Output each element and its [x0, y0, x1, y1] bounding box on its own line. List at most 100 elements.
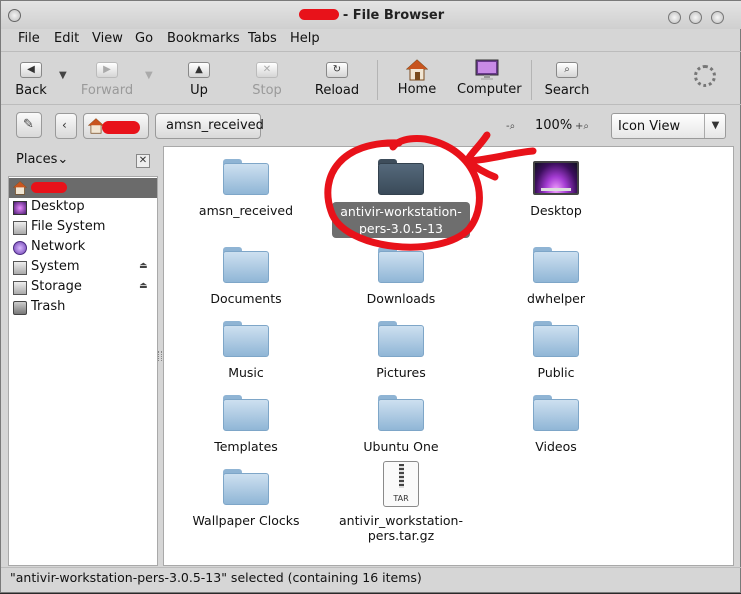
file-name: Public [537, 365, 575, 380]
status-text: "antivir-workstation-pers-3.0.5-13" sele… [10, 570, 422, 585]
minimize-button[interactable] [668, 11, 681, 24]
breadcrumb-scroll-left[interactable]: ‹ [55, 113, 77, 139]
redaction-mark [31, 182, 67, 193]
folder-icon [378, 395, 424, 431]
menu-help[interactable]: Help [290, 31, 320, 46]
file-name-line: antivir-workstation- [336, 203, 466, 220]
file-item-documents[interactable]: Documents [171, 247, 321, 327]
menu-bookmarks[interactable]: Bookmarks [167, 31, 240, 46]
zoom-out-icon[interactable]: -⌕ [506, 121, 515, 132]
drive-icon [13, 261, 27, 275]
toolbar-separator [377, 60, 378, 100]
maximize-button[interactable] [689, 11, 702, 24]
network-icon [13, 241, 27, 255]
view-mode-select[interactable]: Icon View ▼ [611, 113, 726, 139]
file-name: antivir_workstation-pers.tar.gz [326, 513, 476, 543]
file-item-wallpaper-clocks[interactable]: Wallpaper Clocks [171, 469, 321, 549]
places-sidebar: Places⌄ ✕ Desktop File System Network Sy… [8, 146, 158, 566]
file-item-pictures[interactable]: Pictures [326, 321, 476, 401]
chevron-down-icon: ▼ [704, 114, 726, 138]
back-arrow-icon: ◀ [20, 62, 42, 78]
reload-icon: ↻ [326, 62, 348, 78]
menu-bar: File Edit View Go Bookmarks Tabs Help [1, 29, 741, 50]
toggle-location-button[interactable]: ✎ [16, 112, 42, 138]
file-name: amsn_received [198, 203, 294, 218]
icon-view: amsn_received antivir-workstation-pers-3… [163, 146, 734, 566]
forward-arrow-icon: ▶ [96, 62, 118, 78]
menu-edit[interactable]: Edit [54, 31, 79, 46]
sidebar-item-label: Network [31, 239, 86, 254]
sidebar-title[interactable]: Places⌄ [16, 152, 68, 167]
reload-button[interactable]: ↻ Reload [309, 59, 365, 101]
status-bar: "antivir-workstation-pers-3.0.5-13" sele… [1, 567, 741, 593]
menu-file[interactable]: File [18, 31, 40, 46]
file-item-dwhelper[interactable]: dwhelper [481, 247, 631, 327]
file-name: dwhelper [526, 291, 585, 306]
pane-resize-handle[interactable] [158, 351, 162, 361]
places-list: Desktop File System Network System ⏏ Sto… [8, 176, 158, 566]
file-item-downloads[interactable]: Downloads [326, 247, 476, 327]
location-bar: ✎ ‹ amsn_received -⌕ 100% +⌕ Icon View ▼ [1, 104, 741, 144]
sidebar-item-home[interactable] [9, 178, 157, 198]
computer-button[interactable]: Computer [457, 59, 522, 101]
sidebar-item-label: Trash [31, 299, 66, 314]
file-item-antivir-workstation[interactable]: antivir-workstation-pers-3.0.5-13 [326, 159, 476, 239]
reload-label: Reload [314, 83, 360, 98]
breadcrumb-home[interactable] [83, 113, 149, 139]
eject-icon[interactable]: ⏏ [139, 281, 148, 291]
home-icon [13, 181, 27, 195]
file-item-templates[interactable]: Templates [171, 395, 321, 475]
menu-go[interactable]: Go [135, 31, 153, 46]
file-item-videos[interactable]: Videos [481, 395, 631, 475]
search-label: Search [544, 83, 590, 98]
file-item-antivir-archive[interactable]: TAR antivir_workstation-pers.tar.gz [326, 461, 476, 543]
stop-button[interactable]: ✕ Stop [239, 59, 295, 101]
search-button[interactable]: ⌕ Search [539, 59, 595, 101]
zoom-level[interactable]: 100% [535, 118, 572, 133]
folder-icon [223, 321, 269, 357]
folder-icon [533, 395, 579, 431]
home-button[interactable]: Home [389, 59, 445, 101]
drive-icon [13, 281, 27, 295]
menu-view[interactable]: View [92, 31, 123, 46]
file-browser-window: - File Browser File Edit View Go Bookmar… [0, 0, 741, 593]
forward-history-dropdown[interactable]: ▼ [145, 70, 153, 81]
redaction-mark [102, 121, 140, 134]
file-item-public[interactable]: Public [481, 321, 631, 401]
sidebar-item-system[interactable]: System ⏏ [9, 258, 157, 278]
sidebar-item-storage[interactable]: Storage ⏏ [9, 278, 157, 298]
up-button[interactable]: ▲ Up [171, 59, 227, 101]
file-item-desktop[interactable]: Desktop [481, 159, 631, 239]
close-button[interactable] [711, 11, 724, 24]
sidebar-item-label: Desktop [31, 199, 85, 214]
title-bar[interactable]: - File Browser [1, 1, 741, 29]
forward-button[interactable]: ▶ Forward [79, 59, 135, 101]
up-arrow-icon: ▲ [188, 62, 210, 78]
desktop-icon [13, 201, 27, 215]
sidebar-item-network[interactable]: Network [9, 238, 157, 258]
eject-icon[interactable]: ⏏ [139, 261, 148, 271]
sidebar-item-desktop[interactable]: Desktop [9, 198, 157, 218]
file-name-line: pers.tar.gz [367, 528, 435, 543]
sidebar-item-file-system[interactable]: File System [9, 218, 157, 238]
zoom-in-icon[interactable]: +⌕ [575, 121, 589, 132]
home-icon [406, 59, 428, 81]
breadcrumb-current[interactable]: amsn_received [155, 113, 264, 139]
file-name: Music [228, 365, 264, 380]
file-name: antivir-workstation-pers-3.0.5-13 [326, 202, 476, 238]
search-icon: ⌕ [556, 62, 578, 78]
menu-tabs[interactable]: Tabs [248, 31, 277, 46]
back-button[interactable]: ◀ Back [3, 59, 59, 101]
file-item-music[interactable]: Music [171, 321, 321, 401]
folder-icon [223, 159, 269, 195]
sidebar-item-trash[interactable]: Trash [9, 298, 157, 318]
back-label: Back [15, 83, 47, 98]
sidebar-title-text: Places [16, 152, 58, 167]
main-toolbar: ◀ Back ▼ ▶ Forward ▼ ▲ Up ✕ Stop ↻ Reloa… [1, 51, 741, 103]
file-name: Ubuntu One [363, 439, 439, 454]
sidebar-close-icon[interactable]: ✕ [136, 154, 150, 168]
home-label: Home [397, 82, 437, 97]
file-item-amsn-received[interactable]: amsn_received [171, 159, 321, 239]
back-history-dropdown[interactable]: ▼ [59, 70, 67, 81]
file-name: Documents [210, 291, 282, 306]
